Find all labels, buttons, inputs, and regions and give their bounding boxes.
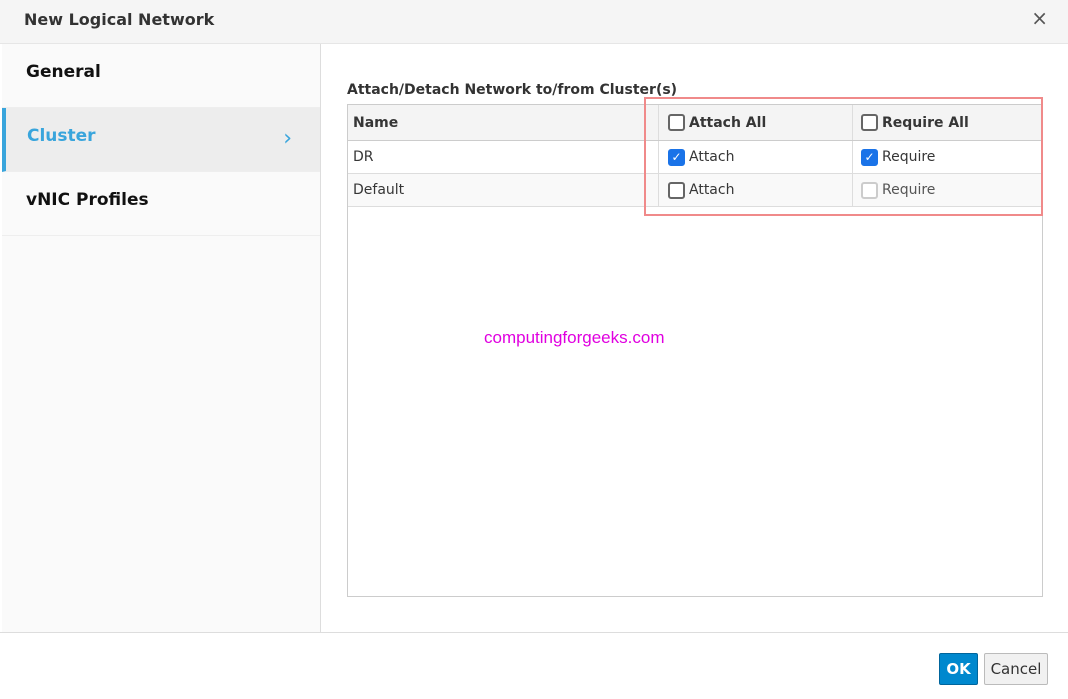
highlight-box [644, 97, 1043, 216]
sidebar-item-vnic-profiles[interactable]: vNIC Profiles [2, 172, 320, 236]
cancel-button[interactable]: Cancel [984, 653, 1048, 685]
watermark: computingforgeeks.com [484, 328, 664, 348]
close-icon[interactable]: × [1031, 6, 1048, 30]
chevron-right-icon: › [283, 126, 292, 151]
dialog-header: New Logical Network × [0, 0, 1068, 44]
ok-button[interactable]: OK [939, 653, 978, 685]
sidebar-item-cluster[interactable]: Cluster › [2, 108, 320, 172]
dialog-title: New Logical Network [24, 10, 214, 29]
sidebar: General Cluster › vNIC Profiles [2, 44, 321, 632]
sidebar-item-label: Cluster [27, 126, 96, 146]
section-title: Attach/Detach Network to/from Cluster(s) [347, 82, 677, 98]
cluster-name: Default [348, 174, 658, 206]
sidebar-item-label: vNIC Profiles [26, 190, 149, 210]
column-header-name: Name [348, 105, 658, 140]
dialog-footer: OK Cancel [0, 632, 1068, 699]
sidebar-item-label: General [26, 62, 101, 82]
sidebar-item-general[interactable]: General [2, 44, 320, 108]
cluster-name: DR [348, 141, 658, 173]
